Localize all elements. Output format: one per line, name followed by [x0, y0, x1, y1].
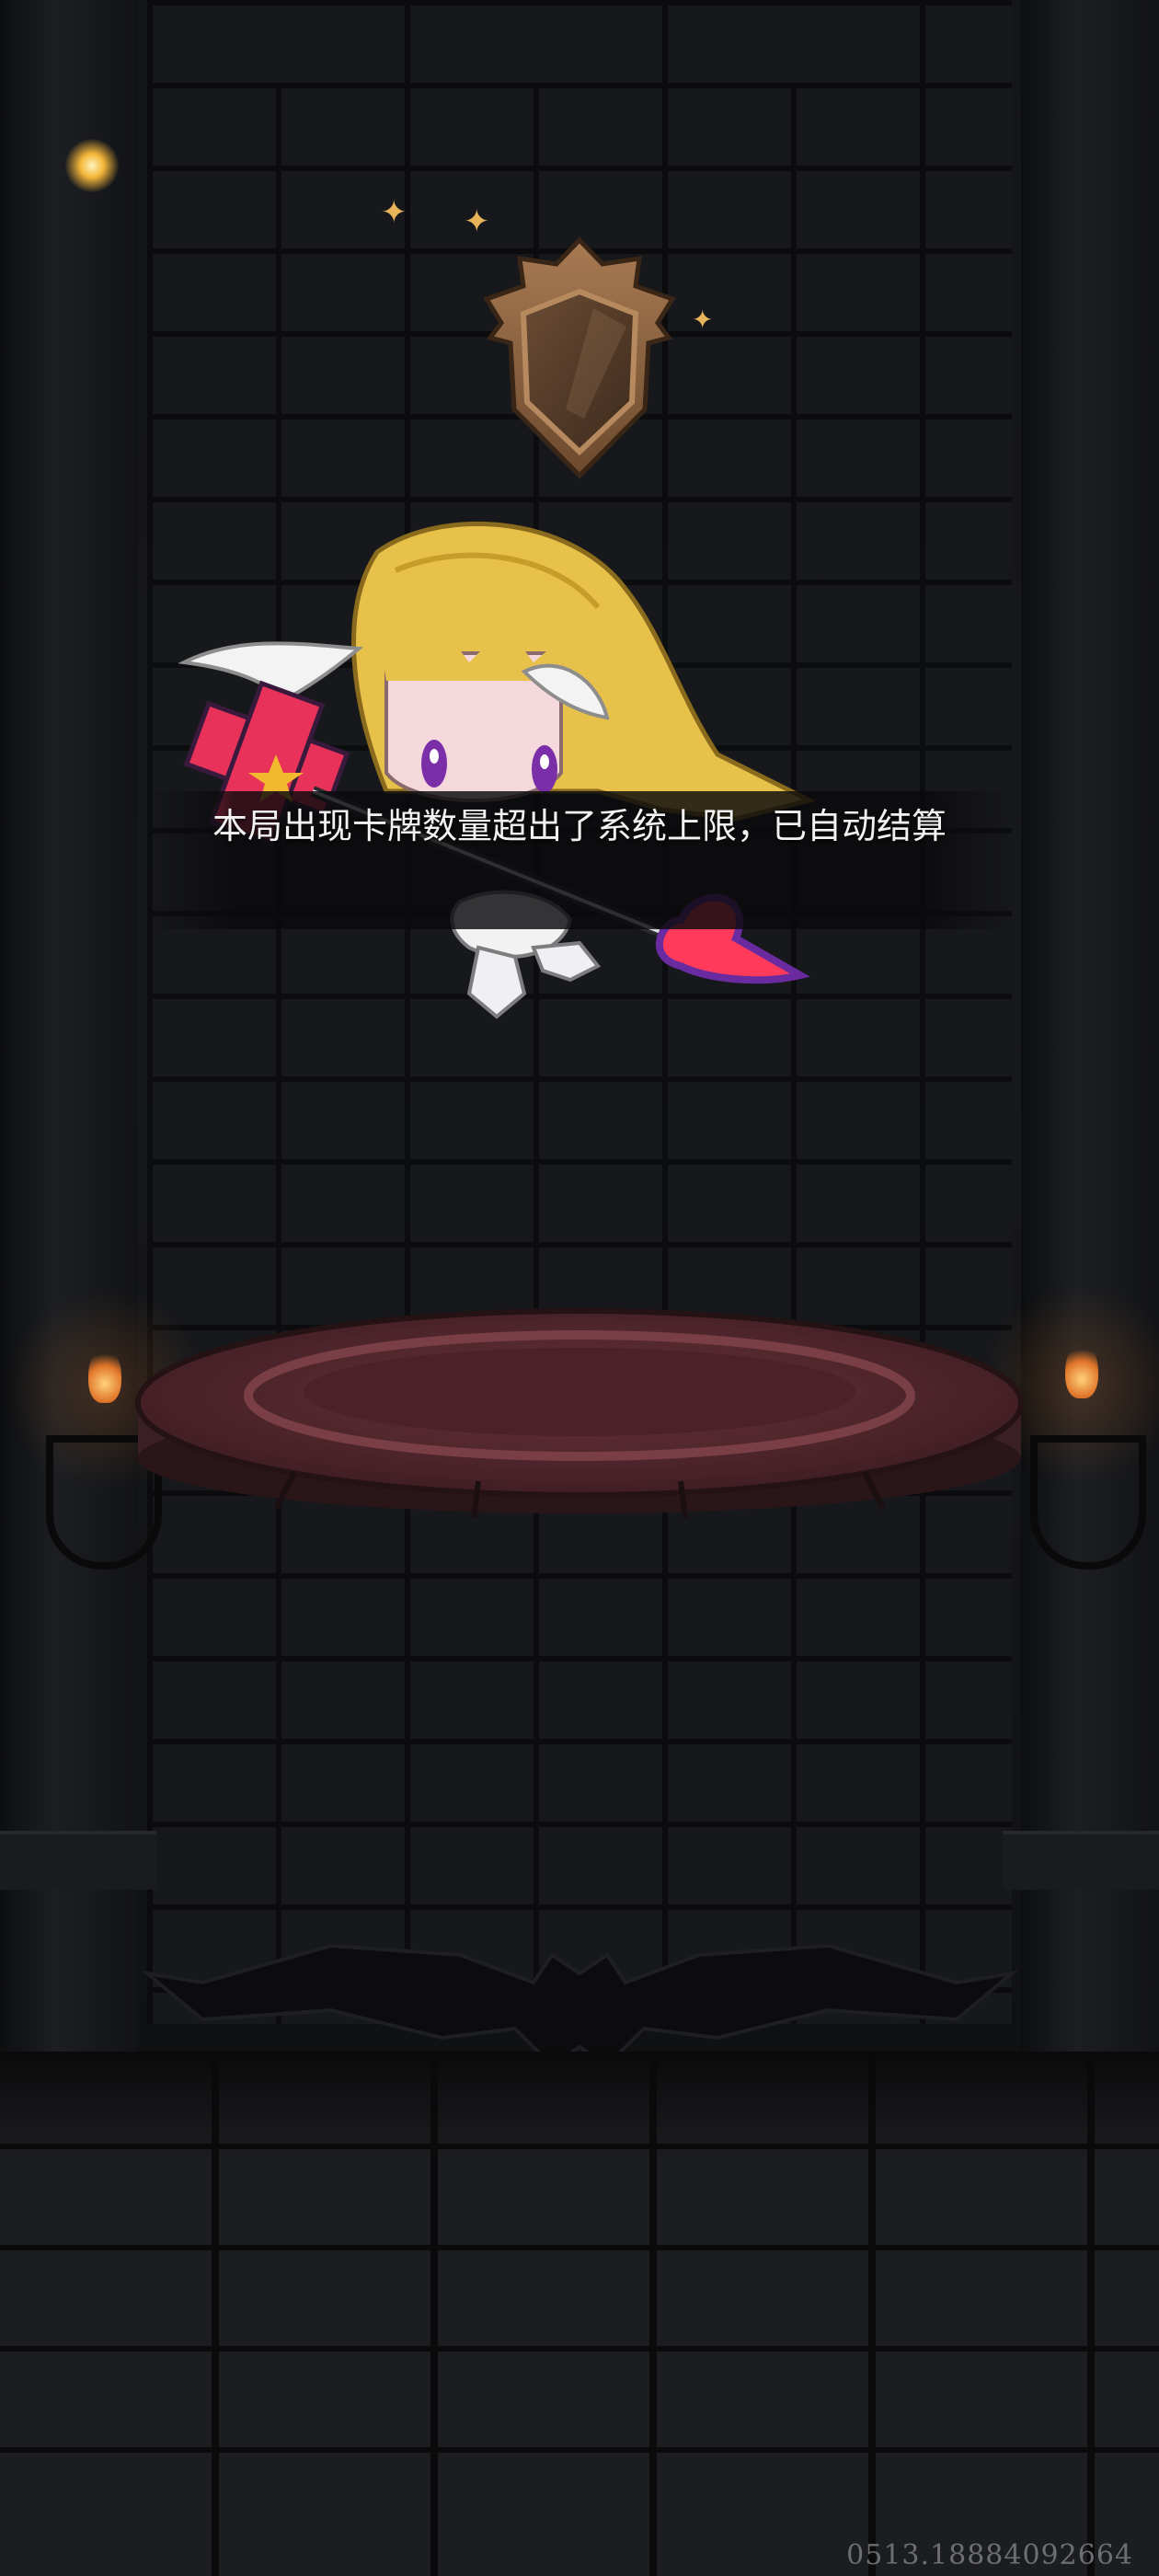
card-limit-notice-message: 本局出现卡牌数量超出了系统上限，已自动结算	[212, 806, 947, 846]
right-pillar	[1021, 0, 1159, 2070]
floor-seam	[0, 2346, 1159, 2352]
summon-pedestal	[135, 1308, 1024, 1519]
left-torch-flame-icon	[88, 1348, 121, 1403]
shield-emblem-icon	[483, 236, 676, 479]
right-sconce	[1030, 1435, 1146, 1570]
sparkle-icon: ✦	[464, 203, 490, 240]
left-pillar	[0, 0, 138, 2070]
right-pillar-base	[1003, 1831, 1159, 1890]
left-pillar-base	[0, 1831, 156, 1890]
sparkle-icon: ✦	[381, 194, 407, 231]
watermark-text: 0513.18884092664	[846, 2539, 1133, 2571]
floor-seam	[0, 2245, 1159, 2250]
right-torch-flame-icon	[1065, 1343, 1098, 1398]
floor-seam	[0, 2144, 1159, 2149]
stone-floor	[0, 2052, 1159, 2576]
game-scene: ✦ ✦ ✦ 本局出现卡牌数量超出了系统上限，已自动结算 0513.1888409…	[0, 0, 1159, 2576]
glow-sparkle-icon	[64, 138, 120, 193]
floor-seam	[0, 2447, 1159, 2453]
character-face	[382, 626, 566, 802]
